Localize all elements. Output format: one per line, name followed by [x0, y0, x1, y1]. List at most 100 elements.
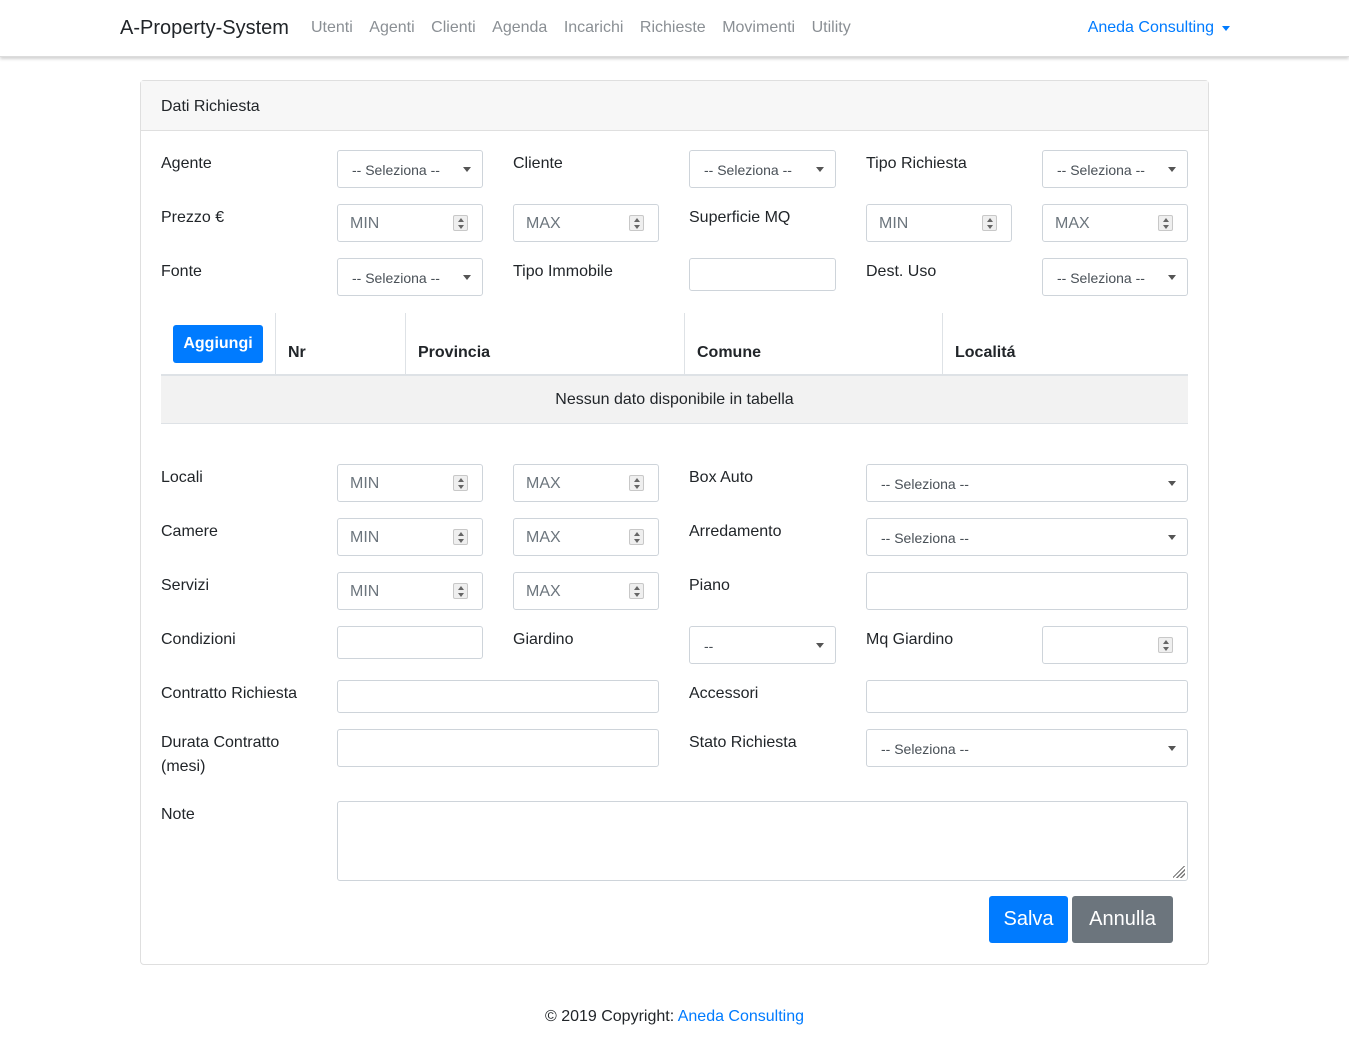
superficie-min-placeholder: MIN [879, 215, 909, 232]
label-prezzo: Prezzo € [161, 209, 225, 226]
footer-text: © 2019 Copyright: [544, 1008, 675, 1025]
servizi-min-input[interactable]: MIN [337, 572, 483, 610]
label-tipo-richiesta: Tipo Richiesta [866, 155, 967, 172]
user-menu[interactable]: Aneda Consulting [1088, 19, 1230, 37]
spinner-icon[interactable] [1158, 215, 1173, 231]
label-giardino: Giardino [513, 631, 574, 648]
nav-link-utenti[interactable]: Utenti [311, 19, 353, 37]
add-location-button[interactable]: Aggiungi [173, 325, 263, 363]
dest-uso-select[interactable]: -- Seleziona -- [1042, 258, 1188, 296]
nav-link-richieste[interactable]: Richieste [640, 19, 706, 37]
request-card: Dati Richiesta Agente -- Seleziona -- Cl… [140, 80, 1209, 965]
agente-select-value: -- Seleziona -- [352, 162, 440, 178]
arredamento-select-value: -- Seleziona -- [881, 530, 969, 546]
piano-input[interactable] [866, 572, 1188, 610]
fonte-select-value: -- Seleziona -- [352, 270, 440, 286]
dest-uso-select-value: -- Seleziona -- [1057, 270, 1145, 286]
dropdown-arrow-icon [1168, 481, 1176, 486]
label-cliente: Cliente [513, 155, 563, 172]
label-box-auto: Box Auto [689, 469, 754, 486]
agente-select[interactable]: -- Seleziona -- [337, 150, 483, 188]
label-piano: Piano [689, 577, 730, 594]
label-stato-richiesta: Stato Richiesta [689, 734, 797, 751]
superficie-max-placeholder: MAX [1055, 215, 1090, 232]
stato-richiesta-select[interactable]: -- Seleziona -- [866, 729, 1188, 767]
cliente-select[interactable]: -- Seleziona -- [689, 150, 836, 188]
footer: © 2019 Copyright: Aneda Consulting [0, 1008, 1349, 1026]
save-button[interactable]: Salva [989, 896, 1068, 943]
tipo-richiesta-select-value: -- Seleziona -- [1057, 162, 1145, 178]
camere-max-input[interactable]: MAX [513, 518, 659, 556]
nav-link-utility[interactable]: Utility [812, 19, 851, 37]
spinner-icon[interactable] [629, 475, 644, 491]
nav-link-clienti[interactable]: Clienti [431, 19, 475, 37]
servizi-min-placeholder: MIN [350, 583, 380, 600]
servizi-max-input[interactable]: MAX [513, 572, 659, 610]
table-header-provincia[interactable]: Provincia [406, 313, 685, 376]
label-agente: Agente [161, 155, 212, 172]
spinner-icon[interactable] [629, 215, 644, 231]
label-durata-contratto-line1: Durata Contratto [161, 734, 280, 751]
camere-min-placeholder: MIN [350, 529, 380, 546]
table-header-localita[interactable]: Localitá [943, 313, 1188, 376]
prezzo-min-input[interactable]: MIN [337, 204, 483, 242]
tipo-richiesta-select[interactable]: -- Seleziona -- [1042, 150, 1188, 188]
label-accessori: Accessori [689, 685, 759, 702]
nav-links: Utenti Agenti Clienti Agenda Incarichi R… [311, 19, 867, 37]
tipo-immobile-input[interactable] [689, 258, 836, 291]
spinner-icon[interactable] [453, 475, 468, 491]
accessori-input[interactable] [866, 680, 1188, 713]
prezzo-max-input[interactable]: MAX [513, 204, 659, 242]
durata-contratto-input[interactable] [337, 729, 659, 767]
contratto-richiesta-input[interactable] [337, 680, 659, 713]
locali-min-input[interactable]: MIN [337, 464, 483, 502]
dropdown-arrow-icon [1168, 275, 1176, 280]
label-condizioni: Condizioni [161, 631, 236, 648]
superficie-min-input[interactable]: MIN [866, 204, 1012, 242]
superficie-max-input[interactable]: MAX [1042, 204, 1188, 242]
arredamento-select[interactable]: -- Seleziona -- [866, 518, 1188, 556]
label-durata-contratto: Durata Contratto (mesi) [161, 731, 279, 779]
nav-link-incarichi[interactable]: Incarichi [564, 19, 624, 37]
brand[interactable]: A-Property-System [120, 17, 289, 40]
spinner-icon[interactable] [453, 529, 468, 545]
table-header-comune[interactable]: Comune [685, 313, 943, 376]
dropdown-arrow-icon [463, 167, 471, 172]
box-auto-select[interactable]: -- Seleziona -- [866, 464, 1188, 502]
label-contratto-richiesta: Contratto Richiesta [161, 685, 298, 702]
dropdown-arrow-icon [816, 167, 824, 172]
resize-handle-icon[interactable] [1173, 866, 1185, 878]
nav-link-agenda[interactable]: Agenda [492, 19, 547, 37]
spinner-icon[interactable] [453, 215, 468, 231]
card-title: Dati Richiesta [141, 81, 1208, 131]
dropdown-arrow-icon [1168, 167, 1176, 172]
nav-link-agenti[interactable]: Agenti [369, 19, 414, 37]
spinner-icon[interactable] [629, 583, 644, 599]
label-arredamento: Arredamento [689, 523, 782, 540]
fonte-select[interactable]: -- Seleziona -- [337, 258, 483, 296]
note-textarea[interactable] [337, 801, 1188, 881]
table-empty-row: Nessun dato disponibile in tabella [161, 376, 1188, 424]
label-dest-uso: Dest. Uso [866, 263, 937, 280]
condizioni-input[interactable] [337, 626, 483, 659]
spinner-icon[interactable] [1158, 637, 1173, 653]
label-superficie: Superficie MQ [689, 209, 791, 226]
camere-min-input[interactable]: MIN [337, 518, 483, 556]
nav-link-movimenti[interactable]: Movimenti [722, 19, 795, 37]
spinner-icon[interactable] [453, 583, 468, 599]
spinner-icon[interactable] [629, 529, 644, 545]
label-tipo-immobile: Tipo Immobile [513, 263, 613, 280]
cancel-button[interactable]: Annulla [1072, 896, 1173, 943]
giardino-select[interactable]: -- [689, 626, 836, 664]
navbar: A-Property-System Utenti Agenti Clienti … [0, 0, 1349, 57]
box-auto-select-value: -- Seleziona -- [881, 476, 969, 492]
user-menu-label: Aneda Consulting [1087, 19, 1214, 36]
footer-link[interactable]: Aneda Consulting [678, 1008, 804, 1025]
locali-max-input[interactable]: MAX [513, 464, 659, 502]
table-header-nr[interactable]: Nr [276, 313, 406, 376]
prezzo-min-placeholder: MIN [350, 215, 380, 232]
mq-giardino-input[interactable] [1042, 626, 1188, 664]
servizi-max-placeholder: MAX [526, 583, 561, 600]
spinner-icon[interactable] [982, 215, 997, 231]
label-fonte: Fonte [161, 263, 202, 280]
